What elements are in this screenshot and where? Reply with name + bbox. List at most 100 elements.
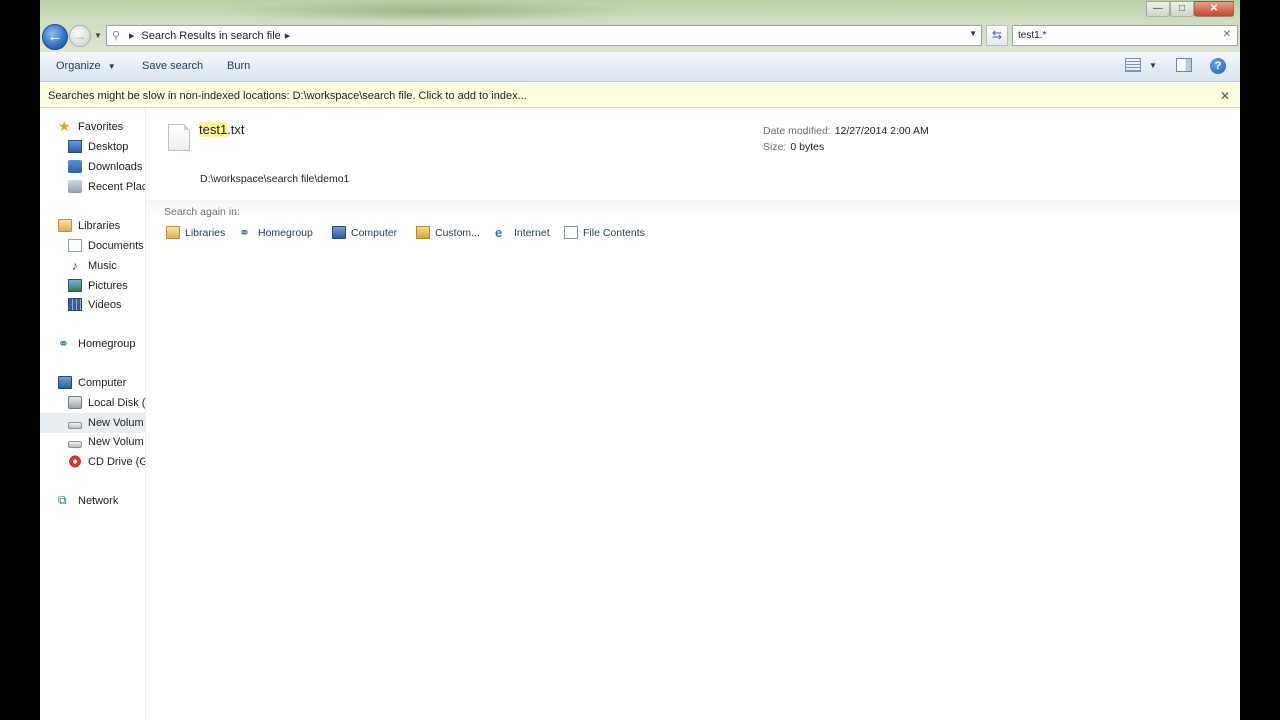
- homegroup-icon: ⚭: [239, 225, 250, 240]
- search-again-item-label: Computer: [351, 226, 398, 239]
- view-options-icon: [1125, 58, 1141, 72]
- sidebar-item-videos[interactable]: Videos: [68, 298, 121, 311]
- organize-button[interactable]: Organize ▼: [56, 60, 116, 72]
- command-bar: Organize ▼ Save search Burn ▼ ?: [40, 52, 1240, 82]
- close-icon[interactable]: ✕: [1220, 89, 1230, 103]
- local-disk-icon: [68, 396, 82, 409]
- breadcrumb-chevron-icon[interactable]: ▶: [285, 32, 290, 40]
- close-button[interactable]: ✕: [1194, 1, 1234, 17]
- star-icon: ★: [58, 118, 71, 134]
- homegroup-icon: ⚭: [58, 336, 69, 351]
- change-view-button[interactable]: ▼: [1125, 58, 1157, 72]
- sidebar-item-label: Local Disk (: [88, 396, 146, 409]
- sidebar-item-recent-places[interactable]: Recent Plac: [68, 180, 146, 193]
- search-again-homegroup[interactable]: ⚭ Homegroup: [239, 226, 313, 239]
- sidebar-item-computer[interactable]: Computer: [58, 376, 126, 389]
- sidebar-item-pictures[interactable]: Pictures: [68, 279, 128, 292]
- match-highlight: test1: [199, 122, 228, 137]
- preview-pane-button[interactable]: [1176, 58, 1192, 72]
- date-modified: Date modified: 12/27/2014 2:00 AM: [763, 125, 929, 137]
- save-search-button[interactable]: Save search: [142, 60, 203, 72]
- sidebar-item-label: Libraries: [78, 219, 121, 232]
- sidebar-item-downloads[interactable]: Downloads: [68, 160, 142, 173]
- sidebar-item-desktop[interactable]: Desktop: [68, 140, 128, 153]
- back-arrow-icon: ←: [47, 28, 63, 45]
- index-warning-bar[interactable]: Searches might be slow in non-indexed lo…: [40, 83, 1240, 108]
- sidebar-item-new-volume-2[interactable]: New Volum: [68, 436, 144, 448]
- search-input-value: test1.*: [1018, 30, 1047, 41]
- text-file-icon: [168, 124, 190, 151]
- help-icon: ?: [1210, 58, 1226, 74]
- sidebar-item-music[interactable]: ♪ Music: [68, 259, 117, 272]
- sidebar-item-network[interactable]: ⧉ Network: [58, 494, 118, 507]
- result-file-name[interactable]: test1.txt: [199, 122, 245, 137]
- documents-icon: [68, 239, 82, 252]
- minimize-button[interactable]: —: [1146, 1, 1170, 17]
- forward-button[interactable]: →: [69, 25, 91, 47]
- sidebar-item-label: Documents: [88, 239, 144, 252]
- maximize-button[interactable]: □: [1170, 1, 1194, 17]
- libraries-icon: [166, 226, 180, 239]
- recent-places-icon: [68, 180, 82, 193]
- sidebar-item-label: Pictures: [88, 279, 128, 292]
- drive-icon: [68, 421, 82, 429]
- search-again-libraries[interactable]: Libraries: [166, 226, 225, 239]
- search-again-item-label: Internet: [514, 226, 550, 239]
- help-button[interactable]: ?: [1210, 58, 1226, 74]
- breadcrumb-chevron-icon[interactable]: ▶: [129, 32, 134, 40]
- file-contents-icon: [564, 226, 578, 239]
- file-size-key: Size:: [763, 141, 787, 153]
- navigation-pane: ★ Favorites Desktop Downloads Recent Pla…: [40, 108, 146, 720]
- breadcrumb-segment[interactable]: Search Results in search file: [141, 30, 280, 42]
- sidebar-item-documents[interactable]: Documents: [68, 239, 144, 252]
- libraries-icon: [58, 219, 72, 232]
- refresh-button[interactable]: ⇆: [986, 25, 1008, 46]
- address-bar[interactable]: ⚲ ▶ Search Results in search file ▶ ▼: [106, 25, 982, 46]
- computer-icon: [332, 226, 346, 239]
- recent-pages-dropdown[interactable]: ▼: [94, 31, 102, 40]
- back-button[interactable]: ←: [42, 24, 68, 50]
- music-icon: ♪: [71, 258, 79, 273]
- sidebar-item-label: Videos: [88, 298, 122, 311]
- refresh-icon: ⇆: [991, 28, 1003, 42]
- internet-explorer-icon: e: [495, 225, 503, 240]
- search-again-file-contents[interactable]: File Contents: [564, 226, 645, 239]
- sidebar-item-label: Favorites: [78, 120, 124, 133]
- drive-icon: [68, 440, 82, 448]
- custom-folder-icon: [416, 226, 430, 239]
- explorer-window: — □ ✕ ← → ▼ ⚲ ▶ Search Results in search…: [40, 0, 1240, 720]
- sidebar-item-homegroup[interactable]: ⚭ Homegroup: [58, 337, 135, 350]
- title-bar: — □ ✕ ← → ▼ ⚲ ▶ Search Results in search…: [40, 0, 1240, 52]
- chevron-down-icon: ▼: [94, 31, 102, 40]
- downloads-icon: [68, 160, 82, 173]
- search-again-item-label: Custom...: [435, 226, 480, 239]
- sidebar-item-libraries[interactable]: Libraries: [58, 219, 120, 232]
- index-warning-text: Searches might be slow in non-indexed lo…: [48, 90, 527, 102]
- burn-button[interactable]: Burn: [227, 60, 250, 72]
- desktop-icon: [68, 140, 82, 153]
- result-file-path: D:\workspace\search file\demo1: [200, 173, 350, 185]
- sidebar-item-label: New Volum: [88, 436, 144, 448]
- search-again-computer[interactable]: Computer: [332, 226, 397, 239]
- address-dropdown-icon[interactable]: ▼: [969, 29, 977, 38]
- file-size: Size: 0 bytes: [763, 141, 824, 153]
- clear-search-icon[interactable]: ✕: [1223, 29, 1231, 40]
- search-again-internet[interactable]: e Internet: [495, 226, 550, 239]
- sidebar-item-favorites[interactable]: ★ Favorites: [58, 118, 124, 134]
- search-again-item-label: Libraries: [185, 226, 226, 239]
- sidebar-item-cd-drive[interactable]: CD Drive (G: [68, 455, 146, 468]
- search-input[interactable]: test1.* ✕: [1012, 25, 1238, 46]
- videos-icon: [68, 298, 82, 311]
- date-modified-key: Date modified:: [763, 125, 831, 137]
- search-again-item-label: Homegroup: [258, 226, 313, 239]
- search-again-custom[interactable]: Custom...: [416, 226, 480, 239]
- chevron-down-icon: ▼: [107, 62, 116, 71]
- sidebar-item-label: Desktop: [88, 140, 129, 153]
- sidebar-item-local-disk[interactable]: Local Disk (: [68, 396, 145, 409]
- sidebar-item-label: CD Drive (G: [88, 455, 146, 468]
- search-again-item-label: File Contents: [583, 226, 645, 239]
- search-again-section: Search again in: Libraries ⚭ Homegroup C…: [146, 200, 1240, 248]
- sidebar-item-label: Recent Plac: [88, 180, 146, 193]
- sidebar-item-new-volume-1[interactable]: New Volum: [40, 413, 145, 433]
- file-size-value: 0 bytes: [790, 141, 825, 153]
